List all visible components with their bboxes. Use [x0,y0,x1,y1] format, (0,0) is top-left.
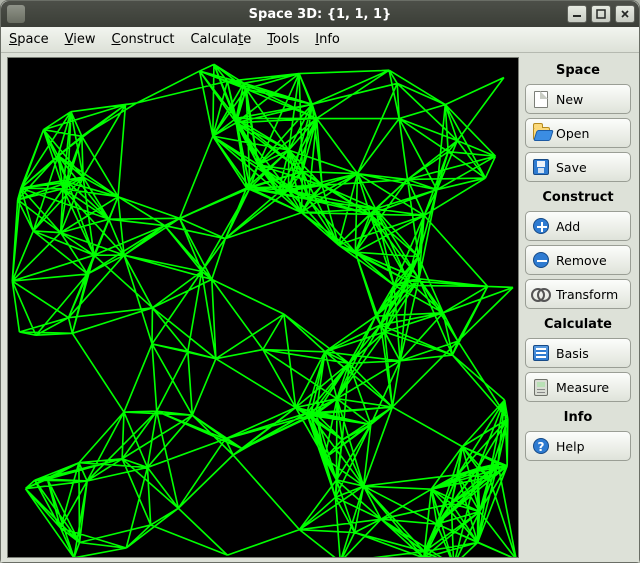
help-circle-icon: ? [532,437,550,455]
close-button[interactable] [615,5,635,23]
menu-construct[interactable]: Construct [112,32,175,47]
maximize-button[interactable] [591,5,611,23]
3d-viewport[interactable] [7,57,519,558]
menu-calculate[interactable]: Calculate [190,32,251,47]
plus-circle-icon [532,217,550,235]
minimize-button[interactable] [567,5,587,23]
menu-view[interactable]: View [65,32,96,47]
titlebar[interactable]: Space 3D: {1, 1, 1} [1,1,639,27]
section-header-space: Space [525,59,631,80]
help-button[interactable]: ? Help [525,431,631,461]
app-window: Space 3D: {1, 1, 1} Space View Construct… [0,0,640,563]
remove-button[interactable]: Remove [525,245,631,275]
minus-circle-icon [532,251,550,269]
section-header-calculate: Calculate [525,313,631,334]
window-title: Space 3D: {1, 1, 1} [1,7,639,22]
new-button-label: New [556,92,583,107]
help-button-label: Help [556,439,585,454]
basis-button[interactable]: Basis [525,338,631,368]
add-button[interactable]: Add [525,211,631,241]
remove-button-label: Remove [556,253,607,268]
menu-space[interactable]: Space [9,32,49,47]
folder-open-icon [532,124,550,142]
open-button-label: Open [556,126,589,141]
save-button-label: Save [556,160,587,175]
calculator-icon [532,378,550,396]
menu-tools[interactable]: Tools [267,32,299,47]
grid-icon [532,344,550,362]
sidebar: Space New Open Save Construct Add Remove [519,53,639,562]
transform-button-label: Transform [556,287,618,302]
open-button[interactable]: Open [525,118,631,148]
scissors-icon [532,285,550,303]
menubar: Space View Construct Calculate Tools Inf… [1,27,639,53]
section-header-info: Info [525,406,631,427]
floppy-disk-icon [532,158,550,176]
transform-button[interactable]: Transform [525,279,631,309]
measure-button-label: Measure [556,380,609,395]
file-icon [532,90,550,108]
window-controls [567,5,635,23]
save-button[interactable]: Save [525,152,631,182]
measure-button[interactable]: Measure [525,372,631,402]
new-button[interactable]: New [525,84,631,114]
add-button-label: Add [556,219,580,234]
menu-info[interactable]: Info [315,32,340,47]
section-header-construct: Construct [525,186,631,207]
basis-button-label: Basis [556,346,589,361]
content-area: Space New Open Save Construct Add Remove [1,53,639,562]
app-icon [7,5,25,23]
